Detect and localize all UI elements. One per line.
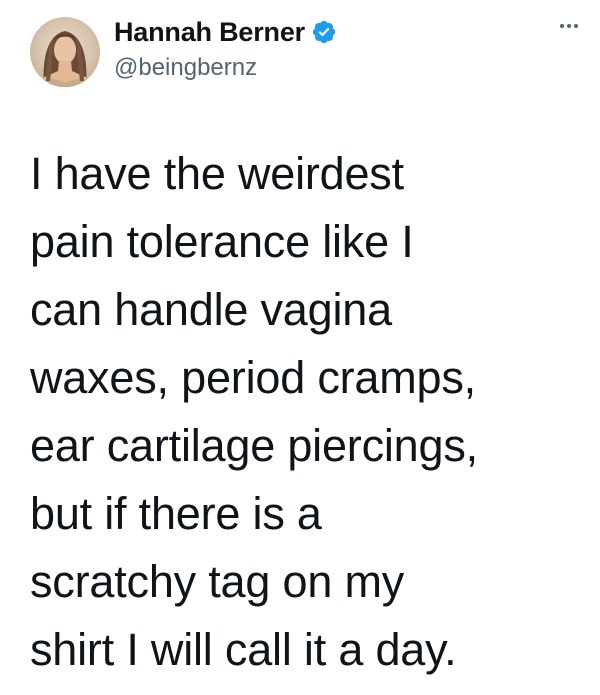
tweet-text-line: can handle vagina (30, 284, 392, 335)
avatar-photo-icon (38, 31, 92, 87)
tweet-text-line: pain tolerance like I (30, 216, 414, 267)
name-row: Hannah Berner (114, 14, 337, 50)
tweet-text-line: I have the weirdest (30, 148, 404, 199)
author-handle[interactable]: @beingbernz (114, 54, 337, 82)
author-info: Hannah Berner @beingbernz (114, 14, 337, 82)
tweet-text-line: waxes, period cramps, (30, 352, 476, 403)
tweet-text-line: scratchy tag on my (30, 556, 405, 607)
more-horizontal-icon-dot (574, 24, 578, 28)
tweet-text-line: but if there is a (30, 488, 322, 539)
tweet-text: I have the weirdest pain tolerance like … (30, 140, 590, 684)
verified-badge-icon (311, 19, 337, 45)
tweet-text-line: ear cartilage piercings, (30, 420, 478, 471)
author-avatar[interactable] (30, 17, 100, 87)
author-display-name[interactable]: Hannah Berner (114, 17, 305, 48)
tweet-card: Hannah Berner @beingbernz I have the wei… (0, 0, 600, 695)
more-options-button[interactable] (560, 24, 578, 28)
more-horizontal-icon-dot (567, 24, 571, 28)
tweet-text-line: shirt I will call it a day. (30, 624, 457, 675)
more-horizontal-icon (560, 24, 564, 28)
